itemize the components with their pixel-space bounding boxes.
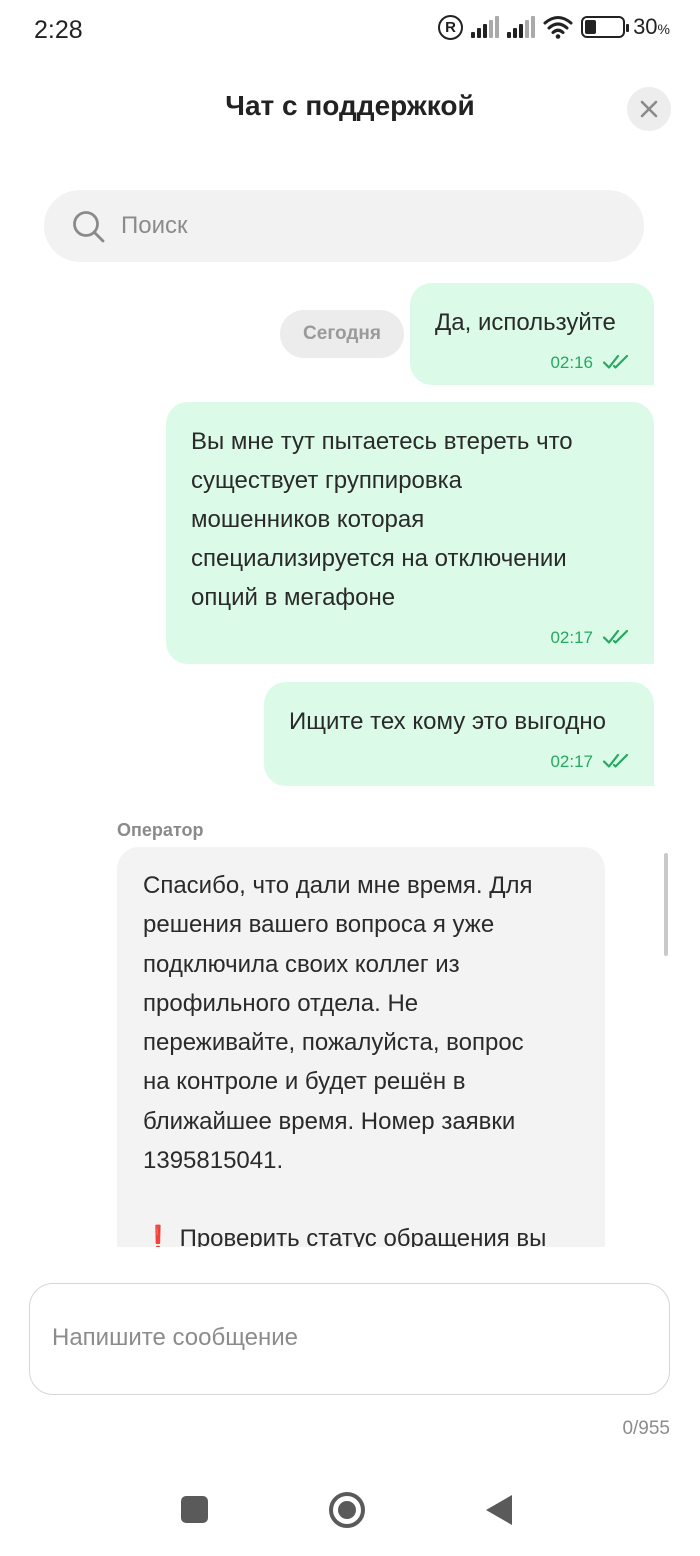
battery-fill (585, 20, 596, 34)
signal-icon (507, 16, 536, 38)
system-nav-bar (0, 1470, 700, 1556)
outgoing-message[interactable]: Вы мне тут пытаетесь втереть что существ… (166, 402, 654, 664)
back-button[interactable] (486, 1495, 512, 1525)
message-input[interactable] (52, 1324, 642, 1360)
double-check-icon (603, 629, 629, 644)
message-text: Ищите тех кому это выгодно (289, 708, 607, 735)
message-text: Да, используйте (435, 309, 616, 336)
home-button[interactable] (329, 1492, 365, 1528)
search-input[interactable] (121, 190, 621, 262)
signal-icon (471, 16, 500, 38)
status-time: 2:28 (34, 16, 83, 44)
close-icon (640, 100, 658, 118)
message-composer[interactable] (29, 1283, 670, 1395)
status-bar: 2:28 R 30% (0, 0, 700, 60)
outgoing-message[interactable]: Ищите тех кому это выгодно 02:17 (264, 682, 654, 786)
battery-icon (581, 16, 630, 38)
message-time: 02:17 (550, 627, 593, 647)
recent-apps-button[interactable] (181, 1496, 208, 1523)
outgoing-message[interactable]: Да, используйте 02:16 (410, 283, 654, 385)
message-text: Вы мне тут пытаетесь втереть что существ… (191, 428, 573, 611)
message-time: 02:16 (550, 352, 593, 372)
message-text: Спасибо, что дали мне время. Для решения… (143, 872, 533, 1175)
message-meta: 02:17 (289, 746, 629, 776)
status-icons: R 30% (438, 14, 670, 40)
message-meta: 02:17 (191, 622, 629, 652)
message-meta: 02:16 (435, 347, 629, 377)
battery-percent: 30% (633, 14, 670, 39)
search-bar[interactable] (44, 190, 644, 262)
close-button[interactable] (627, 87, 671, 131)
wifi-icon (543, 16, 573, 39)
chat-messages[interactable]: Сегодня Да, используйте 02:16 Вы мне тут… (0, 270, 700, 1247)
date-separator: Сегодня (280, 310, 404, 358)
page-title: Чат с поддержкой (225, 90, 475, 121)
message-text: ❗ Проверить статус обращения вы (143, 1219, 580, 1247)
char-counter: 0/955 (622, 1418, 670, 1439)
sender-label: Оператор (117, 820, 204, 840)
incoming-message[interactable]: Спасибо, что дали мне время. Для решения… (117, 847, 605, 1247)
exclamation-icon: ❗ (143, 1225, 173, 1247)
double-check-icon (603, 753, 629, 768)
double-check-icon (603, 354, 629, 369)
chat-scrollbar[interactable] (664, 853, 668, 956)
message-time: 02:17 (550, 751, 593, 771)
registered-icon: R (438, 14, 464, 40)
search-icon (73, 211, 105, 243)
